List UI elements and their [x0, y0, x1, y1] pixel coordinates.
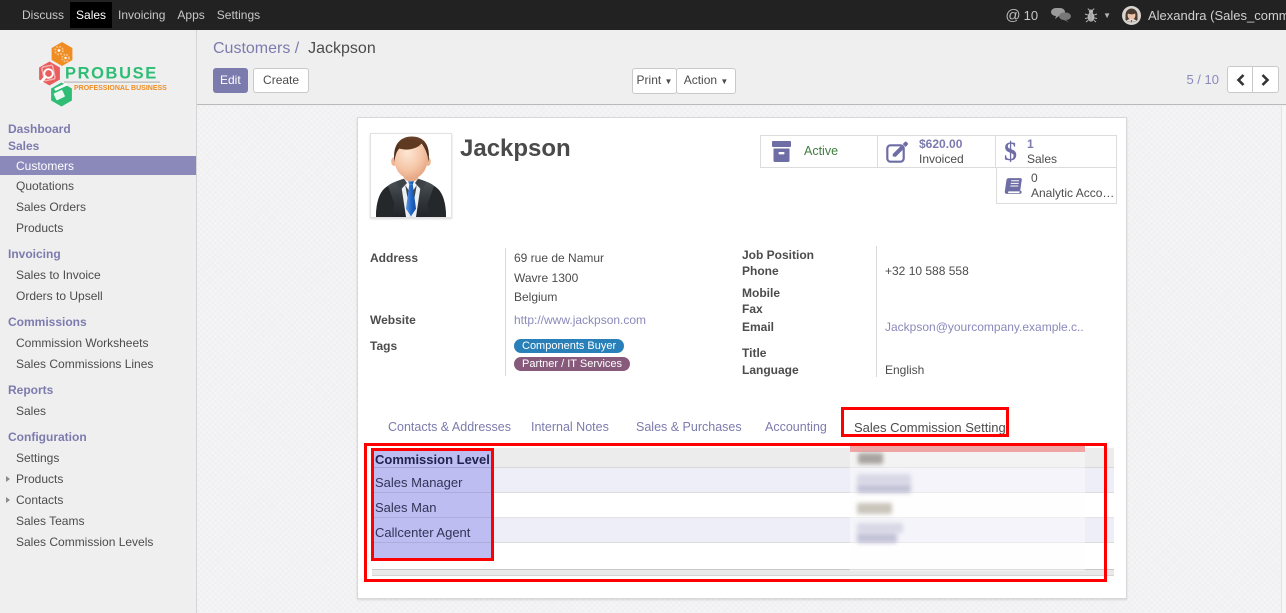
svg-text:PROBUSE: PROBUSE — [65, 65, 158, 83]
svg-text:PROFESSIONAL BUSINESS: PROFESSIONAL BUSINESS — [74, 85, 167, 92]
